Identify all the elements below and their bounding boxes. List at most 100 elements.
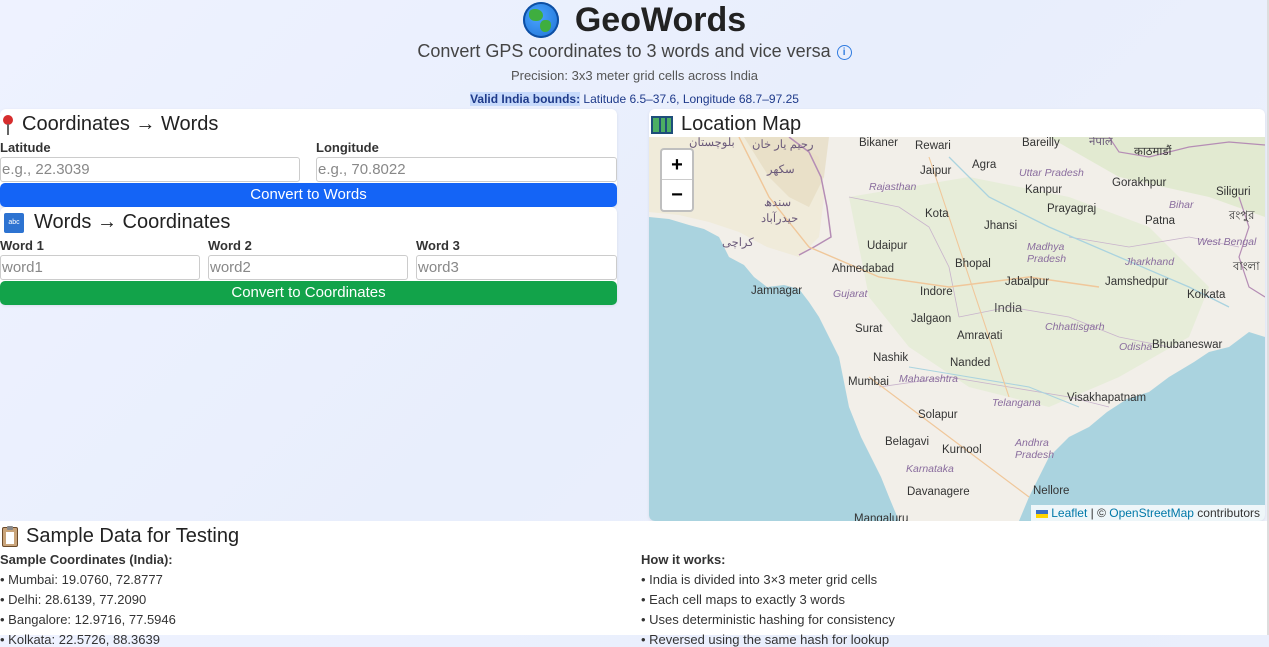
openstreetmap-link[interactable]: OpenStreetMap [1109, 506, 1194, 520]
abc-icon: abc [4, 212, 24, 233]
app-header: GeoWords [0, 0, 1269, 40]
info-icon[interactable]: i [836, 44, 852, 60]
place-label: Gujarat [833, 288, 868, 300]
sample-coord-item: • Mumbai: 19.0760, 72.8777 [0, 572, 163, 587]
place-label: Uttar Pradesh [1019, 167, 1084, 179]
place-label: Jabalpur [1005, 276, 1050, 288]
place-label: سندھ [764, 197, 792, 209]
sample-data-title-text: Sample Data for Testing [26, 525, 240, 547]
place-label: Ahmedabad [832, 263, 895, 275]
place-label: Jamshedpur [1105, 276, 1169, 288]
place-label: Chhattisgarh [1045, 321, 1105, 333]
place-label: Visakhapatnam [1067, 392, 1147, 404]
longitude-label: Longitude [316, 140, 379, 155]
clipboard-icon [2, 525, 18, 547]
place-label: Odisha [1119, 341, 1153, 353]
place-label: Jharkhand [1125, 256, 1175, 268]
place-label: India [994, 300, 1023, 315]
place-label: Jhansi [984, 220, 1018, 232]
sample-data-section: Sample Data for Testing Sample Coordinat… [0, 521, 1269, 647]
place-label: Gorakhpur [1112, 177, 1167, 189]
location-map-title: Location Map [651, 113, 801, 136]
place-label: Amravati [957, 330, 1003, 342]
coords-to-words-title: Coordinates → Words [2, 113, 218, 136]
zoom-in-button[interactable]: + [662, 150, 692, 180]
place-label: Telangana [992, 397, 1041, 409]
place-label: Indore [920, 286, 953, 298]
place-label: Rajasthan [869, 181, 917, 193]
place-label: Nellore [1033, 485, 1070, 497]
place-label: काठमाडौं [1134, 146, 1172, 158]
place-label: Jalgaon [911, 313, 952, 325]
place-label: Kanpur [1025, 184, 1063, 196]
location-map-title-text: Location Map [681, 113, 802, 135]
place-label: رحیم یار خان [752, 139, 814, 151]
place-label: Maharashtra [899, 373, 958, 385]
place-label: Belagavi [885, 436, 930, 448]
place-label: Kurnool [942, 444, 982, 456]
place-label: नेपाल [1089, 137, 1113, 148]
place-label: বাংলা [1233, 261, 1260, 273]
place-label: Mangaluru [854, 513, 909, 521]
place-label: Jaipur [920, 165, 952, 177]
map-attribution: Leaflet | © OpenStreetMap contributors [1031, 505, 1265, 521]
coords-to-words-title-text: Coordinates → Words [22, 113, 219, 135]
place-label: West Bengal [1197, 236, 1257, 248]
latitude-input[interactable] [0, 157, 300, 182]
convert-to-words-button[interactable]: Convert to Words [0, 183, 617, 207]
sample-coord-item: • Bangalore: 12.9716, 77.5946 [0, 612, 176, 627]
word1-input[interactable] [0, 255, 200, 280]
word3-label: Word 3 [416, 238, 460, 253]
place-label: Bihar [1169, 199, 1194, 211]
place-label: حیدرآباد [761, 213, 799, 225]
place-label: Surat [855, 323, 883, 335]
app-subtitle: Convert GPS coordinates to 3 words and v… [0, 41, 1269, 62]
bounds-note: Valid India bounds: Latitude 6.5–37.6, L… [0, 92, 1269, 106]
place-label: Bareilly [1022, 137, 1060, 149]
words-to-coords-title: abc Words → Coordinates [4, 211, 230, 234]
place-label: Bikaner [859, 137, 898, 149]
how-it-works-item: • Uses deterministic hashing for consist… [641, 612, 895, 627]
sample-coords-heading: Sample Coordinates (India): [0, 552, 173, 567]
how-it-works-item: • Each cell maps to exactly 3 words [641, 592, 845, 607]
latitude-label: Latitude [0, 140, 51, 155]
leaflet-map[interactable]: Bikaner Rewari Bareilly नेपाल بلوچستان ر… [649, 137, 1265, 521]
leaflet-link[interactable]: Leaflet [1051, 506, 1087, 520]
place-label: Agra [972, 159, 997, 171]
place-label: Madhya Pradesh [1027, 241, 1067, 265]
place-label: Bhubaneswar [1152, 339, 1223, 351]
how-it-works-item: • India is divided into 3×3 meter grid c… [641, 572, 878, 587]
precision-note: Precision: 3x3 meter grid cells across I… [510, 68, 759, 83]
map-tiles [649, 137, 1265, 521]
map-icon [651, 115, 673, 134]
place-label: Andhra Pradesh [1015, 437, 1055, 461]
sample-coord-item: • Kolkata: 22.5726, 88.3639 [0, 632, 160, 647]
place-label: Patna [1145, 215, 1176, 227]
word2-input[interactable] [208, 255, 408, 280]
convert-to-coordinates-button[interactable]: Convert to Coordinates [0, 281, 617, 305]
words-to-coords-card: abc Words → Coordinates Word 1 Word 2 Wo… [0, 207, 617, 305]
longitude-input[interactable] [316, 157, 617, 182]
place-label: Nanded [950, 357, 991, 369]
pushpin-icon [2, 114, 14, 135]
place-label: بلوچستان [689, 137, 735, 149]
app-title: GeoWords [574, 0, 747, 39]
zoom-out-button[interactable]: − [662, 180, 692, 210]
sample-coord-item: • Delhi: 28.6139, 77.2090 [0, 592, 147, 607]
place-label: Kolkata [1187, 289, 1226, 301]
words-to-coords-title-text: Words → Coordinates [34, 211, 231, 233]
place-label: Kota [925, 208, 949, 220]
ukraine-flag-icon [1036, 509, 1049, 518]
word2-label: Word 2 [208, 238, 252, 253]
attribution-tail: contributors [1193, 506, 1260, 520]
how-it-works-heading: How it works: [641, 552, 726, 567]
zoom-control: + − [660, 148, 694, 212]
sample-data-title: Sample Data for Testing [2, 525, 239, 548]
subtitle-text: Convert GPS coordinates to 3 words and v… [417, 41, 831, 61]
bounds-value: Latitude 6.5–37.6, Longitude 68.7–97.25 [580, 92, 799, 106]
place-label: Udaipur [867, 240, 908, 252]
place-label: Bhopal [955, 258, 991, 270]
how-it-works-item: • Reversed using the same hash for looku… [641, 632, 890, 647]
word3-input[interactable] [416, 255, 617, 280]
bounds-label: Valid India bounds: [470, 92, 581, 106]
